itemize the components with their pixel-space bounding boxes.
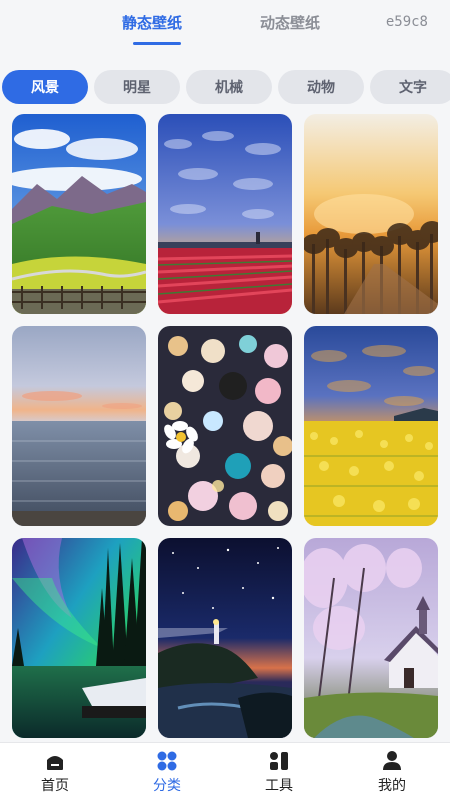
wallpaper-image: [12, 538, 146, 738]
header-extra-text: e59c8: [385, 14, 428, 30]
nav-item-profile[interactable]: 我的: [352, 749, 432, 799]
wallpaper-card-foggy-sunrise[interactable]: [304, 114, 438, 314]
home-icon: [47, 756, 63, 770]
wallpaper-card-blossom-cabin[interactable]: [304, 538, 438, 738]
wallpaper-image: [158, 538, 292, 738]
nav-item-home[interactable]: 首页: [15, 749, 95, 799]
wallpaper-image: [158, 326, 292, 526]
wallpaper-card-rapeseed-field[interactable]: [304, 326, 438, 526]
category-chip-animal[interactable]: 动物: [278, 70, 364, 104]
wallpaper-image: [12, 114, 146, 314]
top-tab-bar: 静态壁纸 动态壁纸 e59c8: [0, 0, 450, 62]
nav-label-profile: 我的: [378, 778, 406, 794]
nav-label-home: 首页: [41, 778, 69, 794]
bottom-nav-bar: 首页 分类 工具 我的: [0, 742, 450, 800]
nav-item-tools[interactable]: 工具: [239, 749, 319, 799]
wallpaper-card-mountain-meadow[interactable]: [12, 114, 146, 314]
category-chip-celebrity[interactable]: 明星: [94, 70, 180, 104]
wallpaper-card-aurora-forest[interactable]: [12, 538, 146, 738]
category-chip-scenery[interactable]: 风景: [2, 70, 88, 104]
wallpaper-image: [12, 326, 146, 526]
wallpaper-image: [304, 538, 438, 738]
nav-label-tools: 工具: [265, 778, 293, 794]
active-tab-indicator: [133, 42, 181, 45]
wallpaper-image: [304, 114, 438, 314]
user-icon: [383, 751, 401, 770]
wallpaper-card-calm-sea[interactable]: [12, 326, 146, 526]
nav-label-category: 分类: [153, 778, 181, 794]
wallpaper-card-glowing-pebbles[interactable]: [158, 326, 292, 526]
category-chip-text[interactable]: 文字: [370, 70, 450, 104]
wallpaper-image: [158, 114, 292, 314]
wallpaper-image: [304, 326, 438, 526]
tab-static-wallpaper[interactable]: 静态壁纸: [122, 12, 182, 33]
category-chip-bar: 风景 明星 机械 动物 文字: [0, 70, 450, 106]
category-icon: [157, 751, 177, 771]
category-chip-mechanical[interactable]: 机械: [186, 70, 272, 104]
wallpaper-card-tulip-field[interactable]: [158, 114, 292, 314]
wallpaper-card-lighthouse-night[interactable]: [158, 538, 292, 738]
tab-live-wallpaper[interactable]: 动态壁纸: [260, 12, 320, 33]
tools-icon: [270, 752, 288, 770]
nav-item-category[interactable]: 分类: [127, 749, 207, 799]
